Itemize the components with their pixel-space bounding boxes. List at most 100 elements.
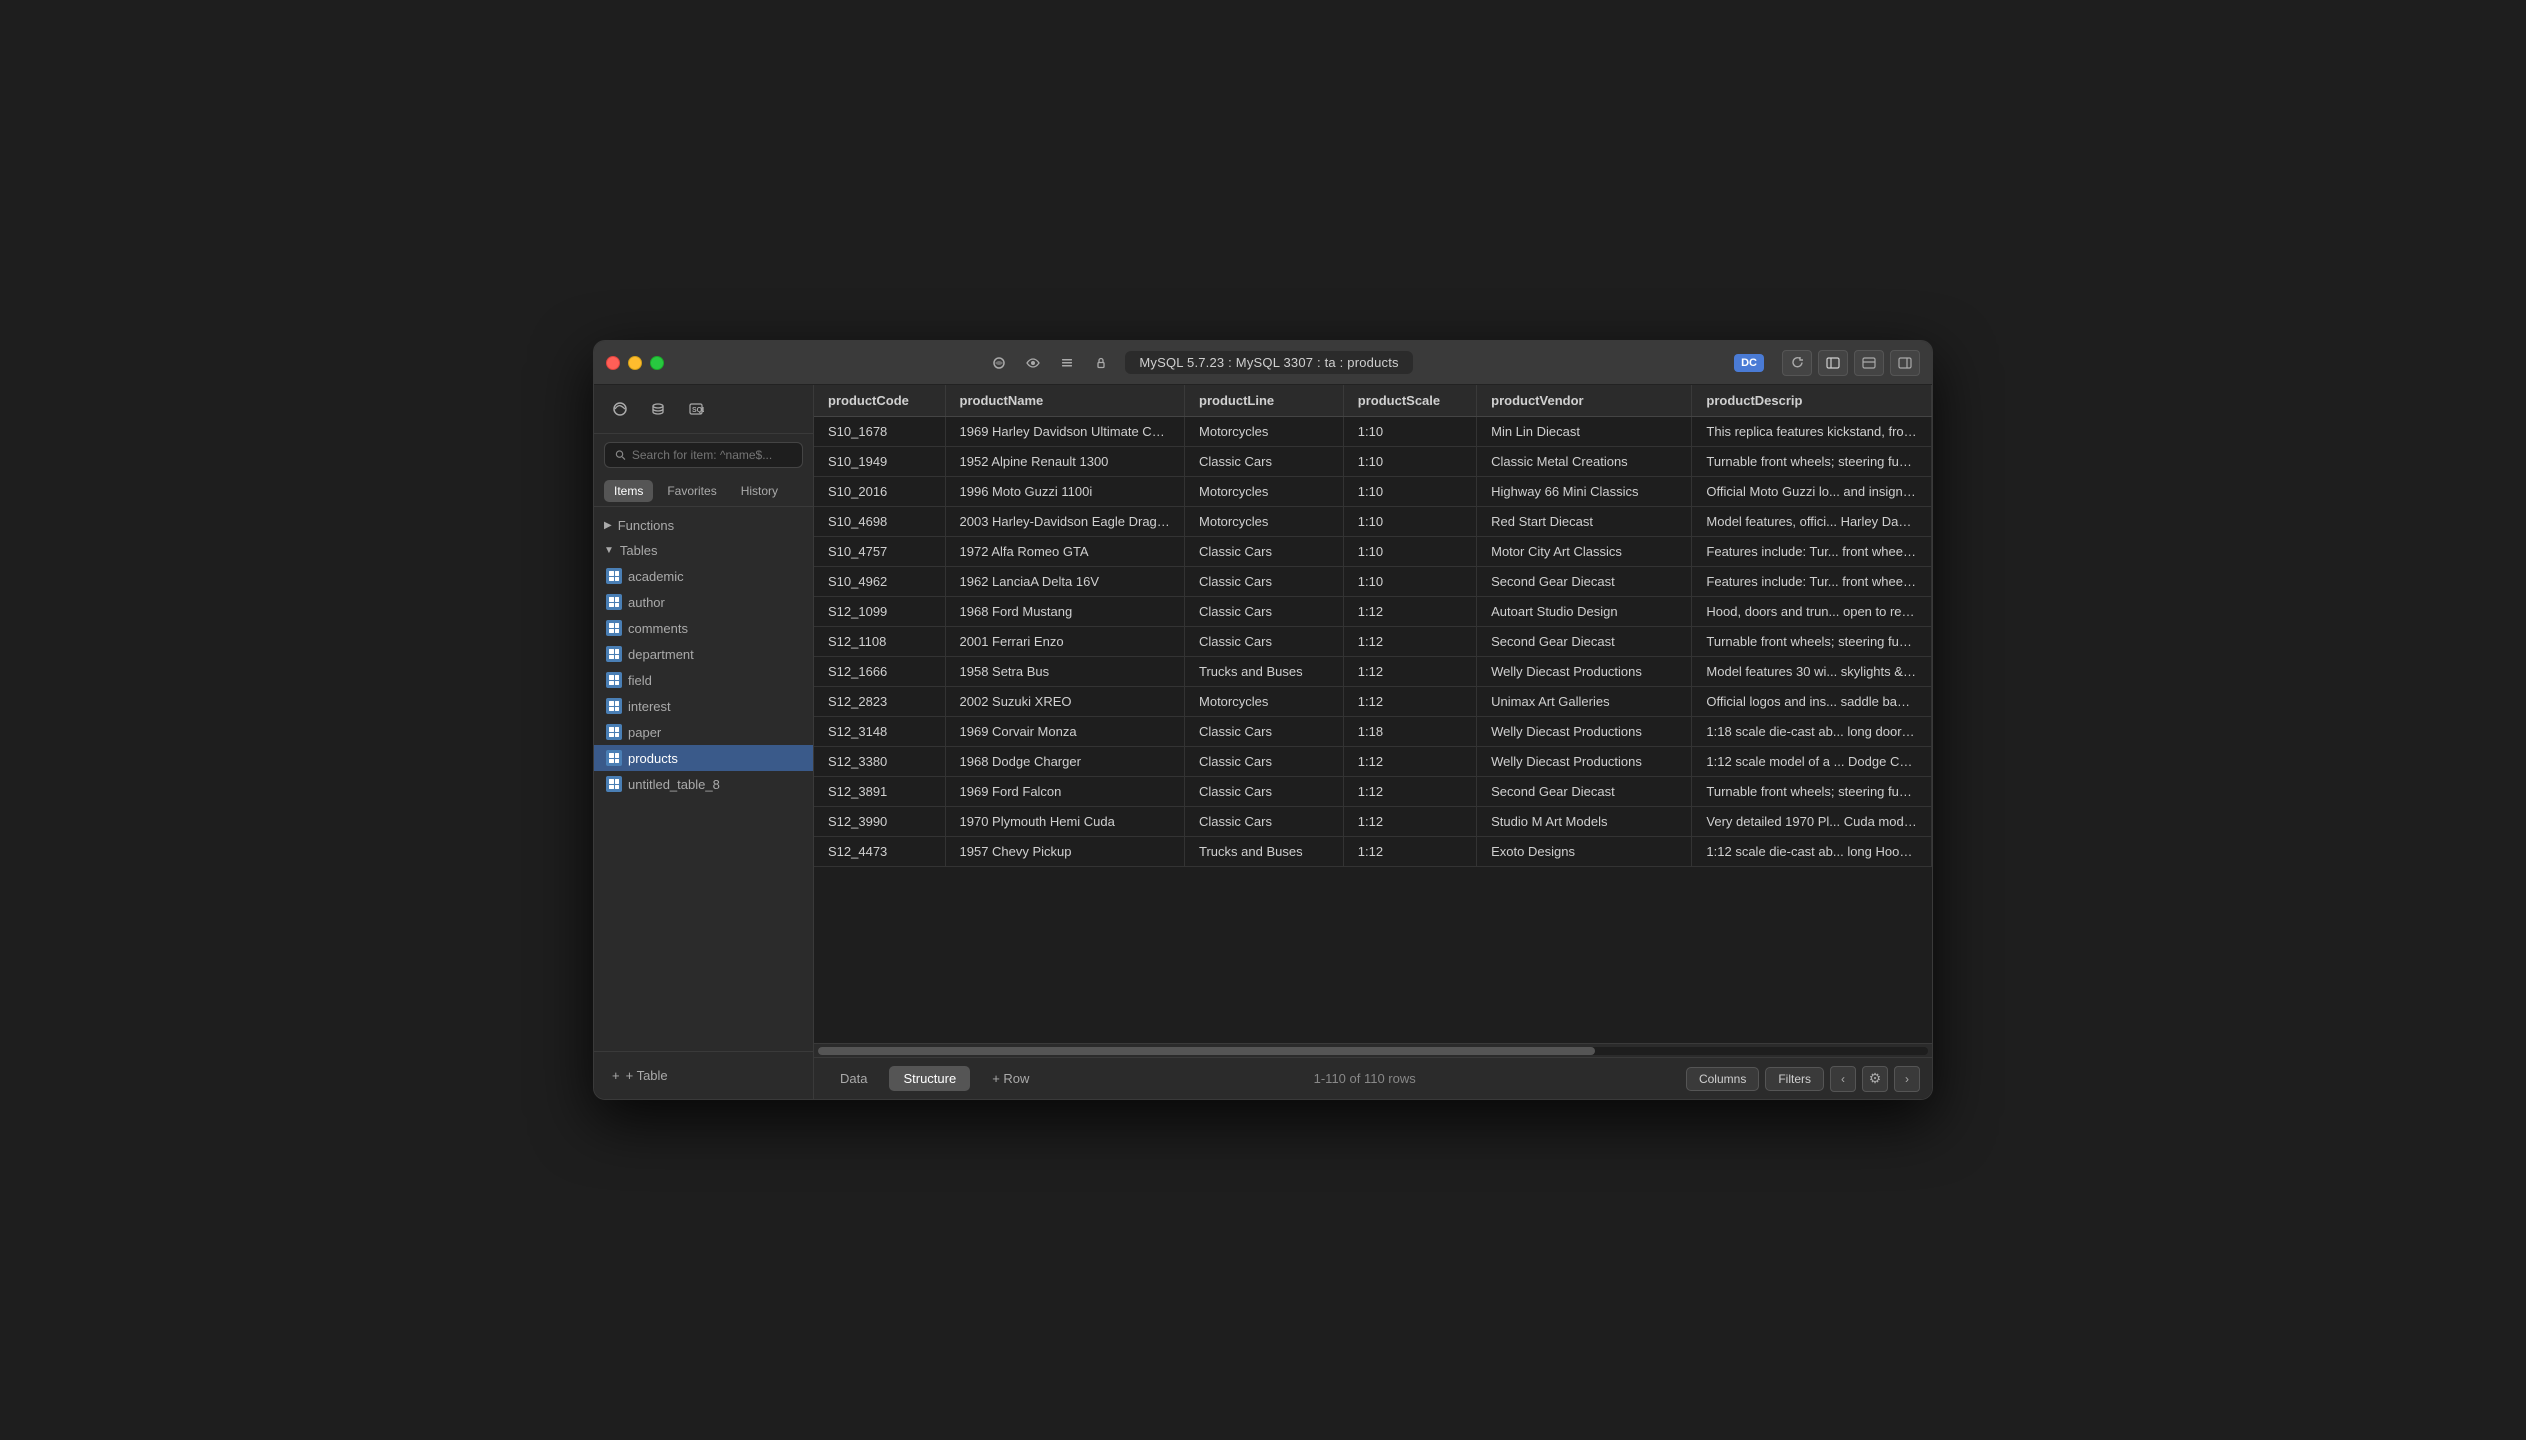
cell-productScale-7[interactable]: 1:12 <box>1343 627 1476 657</box>
table-row[interactable]: S12_44731957 Chevy PickupTrucks and Buse… <box>814 837 1932 867</box>
connection-nav-icon[interactable] <box>604 393 636 425</box>
cell-productScale-0[interactable]: 1:10 <box>1343 417 1476 447</box>
col-header-productScale[interactable]: productScale <box>1343 385 1476 417</box>
cell-productScale-2[interactable]: 1:10 <box>1343 477 1476 507</box>
cell-productLine-3[interactable]: Motorcycles <box>1185 507 1344 537</box>
cell-productScale-6[interactable]: 1:12 <box>1343 597 1476 627</box>
tab-structure[interactable]: Structure <box>889 1066 970 1091</box>
cell-productScale-12[interactable]: 1:12 <box>1343 777 1476 807</box>
table-row[interactable]: S12_39901970 Plymouth Hemi CudaClassic C… <box>814 807 1932 837</box>
sidebar-item-interest[interactable]: interest <box>594 693 813 719</box>
table-row[interactable]: S10_20161996 Moto Guzzi 1100iMotorcycles… <box>814 477 1932 507</box>
settings-button[interactable]: ⚙ <box>1862 1066 1888 1092</box>
cell-productCode-13[interactable]: S12_3990 <box>814 807 945 837</box>
cell-productLine-0[interactable]: Motorcycles <box>1185 417 1344 447</box>
table-row[interactable]: S10_49621962 LanciaA Delta 16VClassic Ca… <box>814 567 1932 597</box>
cell-productScale-9[interactable]: 1:12 <box>1343 687 1476 717</box>
cell-productDescrip-5[interactable]: Features include: Tur... front wheels; s… <box>1692 567 1932 597</box>
table-row[interactable]: S12_31481969 Corvair MonzaClassic Cars1:… <box>814 717 1932 747</box>
cell-productVendor-4[interactable]: Motor City Art Classics <box>1477 537 1692 567</box>
lock-icon[interactable] <box>1087 349 1115 377</box>
layout-right-icon[interactable] <box>1890 350 1920 376</box>
cell-productVendor-13[interactable]: Studio M Art Models <box>1477 807 1692 837</box>
sidebar-item-paper[interactable]: paper <box>594 719 813 745</box>
cell-productName-2[interactable]: 1996 Moto Guzzi 1100i <box>945 477 1185 507</box>
cell-productCode-5[interactable]: S10_4962 <box>814 567 945 597</box>
cell-productVendor-9[interactable]: Unimax Art Galleries <box>1477 687 1692 717</box>
cell-productDescrip-8[interactable]: Model features 30 wi... skylights & glar… <box>1692 657 1932 687</box>
table-row[interactable]: S12_33801968 Dodge ChargerClassic Cars1:… <box>814 747 1932 777</box>
cell-productName-14[interactable]: 1957 Chevy Pickup <box>945 837 1185 867</box>
col-header-productLine[interactable]: productLine <box>1185 385 1344 417</box>
cell-productDescrip-12[interactable]: Turnable front wheels; steering function… <box>1692 777 1932 807</box>
cell-productLine-14[interactable]: Trucks and Buses <box>1185 837 1344 867</box>
refresh-icon[interactable] <box>1782 350 1812 376</box>
table-row[interactable]: S12_10991968 Ford MustangClassic Cars1:1… <box>814 597 1932 627</box>
cell-productName-7[interactable]: 2001 Ferrari Enzo <box>945 627 1185 657</box>
cell-productDescrip-11[interactable]: 1:12 scale model of a ... Dodge Charger.… <box>1692 747 1932 777</box>
sidebar-item-academic[interactable]: academic <box>594 563 813 589</box>
data-table-container[interactable]: productCode productName productLine prod… <box>814 385 1932 1043</box>
search-input[interactable] <box>632 448 792 462</box>
sidebar-item-products[interactable]: products <box>594 745 813 771</box>
sidebar-item-department[interactable]: department <box>594 641 813 667</box>
cell-productScale-13[interactable]: 1:12 <box>1343 807 1476 837</box>
cell-productVendor-2[interactable]: Highway 66 Mini Classics <box>1477 477 1692 507</box>
cell-productDescrip-9[interactable]: Official logos and ins... saddle bags lo… <box>1692 687 1932 717</box>
database-icon[interactable] <box>642 393 674 425</box>
cell-productLine-11[interactable]: Classic Cars <box>1185 747 1344 777</box>
cell-productLine-9[interactable]: Motorcycles <box>1185 687 1344 717</box>
cell-productDescrip-1[interactable]: Turnable front wheels; steering function… <box>1692 447 1932 477</box>
cell-productLine-13[interactable]: Classic Cars <box>1185 807 1344 837</box>
cell-productName-0[interactable]: 1969 Harley Davidson Ultimate Chopper <box>945 417 1185 447</box>
cell-productVendor-6[interactable]: Autoart Studio Design <box>1477 597 1692 627</box>
cell-productLine-10[interactable]: Classic Cars <box>1185 717 1344 747</box>
cell-productScale-4[interactable]: 1:10 <box>1343 537 1476 567</box>
minimize-button[interactable] <box>628 356 642 370</box>
search-box[interactable] <box>604 442 803 468</box>
tab-history[interactable]: History <box>731 480 788 502</box>
cell-productCode-9[interactable]: S12_2823 <box>814 687 945 717</box>
col-header-productVendor[interactable]: productVendor <box>1477 385 1692 417</box>
cell-productLine-7[interactable]: Classic Cars <box>1185 627 1344 657</box>
tab-favorites[interactable]: Favorites <box>657 480 726 502</box>
cell-productLine-6[interactable]: Classic Cars <box>1185 597 1344 627</box>
cell-productCode-2[interactable]: S10_2016 <box>814 477 945 507</box>
cell-productCode-1[interactable]: S10_1949 <box>814 447 945 477</box>
cell-productLine-8[interactable]: Trucks and Buses <box>1185 657 1344 687</box>
cell-productVendor-5[interactable]: Second Gear Diecast <box>1477 567 1692 597</box>
cell-productScale-10[interactable]: 1:18 <box>1343 717 1476 747</box>
sidebar-item-field[interactable]: field <box>594 667 813 693</box>
cell-productScale-1[interactable]: 1:10 <box>1343 447 1476 477</box>
cell-productLine-12[interactable]: Classic Cars <box>1185 777 1344 807</box>
cell-productName-11[interactable]: 1968 Dodge Charger <box>945 747 1185 777</box>
cell-productVendor-10[interactable]: Welly Diecast Productions <box>1477 717 1692 747</box>
cell-productVendor-0[interactable]: Min Lin Diecast <box>1477 417 1692 447</box>
cell-productScale-5[interactable]: 1:10 <box>1343 567 1476 597</box>
cell-productScale-8[interactable]: 1:12 <box>1343 657 1476 687</box>
cell-productCode-8[interactable]: S12_1666 <box>814 657 945 687</box>
cell-productLine-2[interactable]: Motorcycles <box>1185 477 1344 507</box>
eye-icon[interactable] <box>1019 349 1047 377</box>
table-row[interactable]: S12_38911969 Ford FalconClassic Cars1:12… <box>814 777 1932 807</box>
add-row-btn[interactable]: + Row <box>978 1066 1043 1091</box>
cell-productDescrip-0[interactable]: This replica features kickstand, front s… <box>1692 417 1932 447</box>
section-tables[interactable]: ▼ Tables <box>594 538 813 563</box>
cell-productLine-4[interactable]: Classic Cars <box>1185 537 1344 567</box>
horizontal-scrollbar[interactable] <box>814 1043 1932 1057</box>
tab-data[interactable]: Data <box>826 1066 881 1091</box>
cell-productDescrip-2[interactable]: Official Moto Guzzi lo... and insignias,… <box>1692 477 1932 507</box>
sidebar-item-comments[interactable]: comments <box>594 615 813 641</box>
tab-items[interactable]: Items <box>604 480 653 502</box>
table-row[interactable]: S10_19491952 Alpine Renault 1300Classic … <box>814 447 1932 477</box>
cell-productName-13[interactable]: 1970 Plymouth Hemi Cuda <box>945 807 1185 837</box>
scrollbar-thumb[interactable] <box>818 1047 1595 1055</box>
table-row[interactable]: S10_16781969 Harley Davidson Ultimate Ch… <box>814 417 1932 447</box>
next-page-button[interactable]: › <box>1894 1066 1920 1092</box>
table-row[interactable]: S12_11082001 Ferrari EnzoClassic Cars1:1… <box>814 627 1932 657</box>
cell-productName-8[interactable]: 1958 Setra Bus <box>945 657 1185 687</box>
cell-productVendor-11[interactable]: Welly Diecast Productions <box>1477 747 1692 777</box>
add-table-button[interactable]: + + Table <box>604 1062 803 1089</box>
list-icon[interactable] <box>1053 349 1081 377</box>
cell-productScale-3[interactable]: 1:10 <box>1343 507 1476 537</box>
